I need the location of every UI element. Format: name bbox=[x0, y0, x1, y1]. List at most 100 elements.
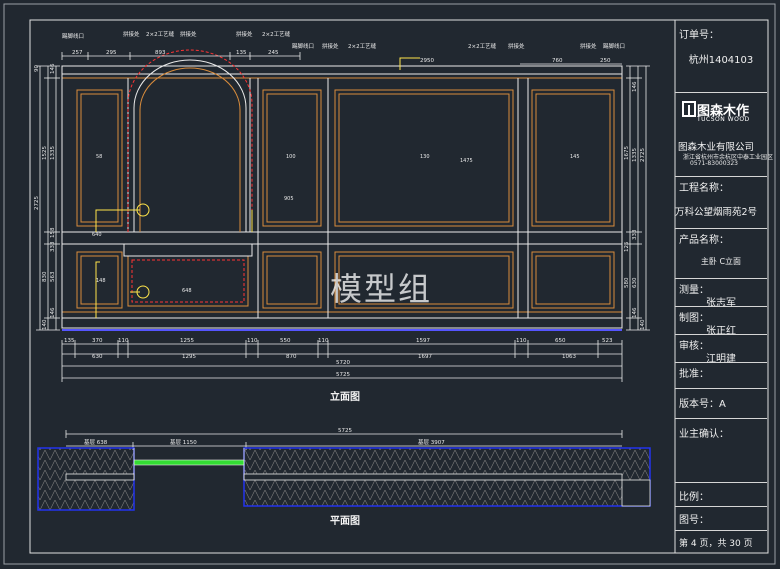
svg-text:295: 295 bbox=[106, 50, 117, 56]
svg-text:146: 146 bbox=[50, 307, 56, 318]
panel-value: 148 bbox=[96, 278, 106, 284]
svg-text:2×2工艺缝: 2×2工艺缝 bbox=[262, 30, 291, 38]
panel-value: 1475 bbox=[460, 158, 473, 164]
svg-text:146: 146 bbox=[632, 81, 638, 92]
svg-text:拼接处: 拼接处 bbox=[580, 42, 597, 50]
svg-text:140: 140 bbox=[42, 319, 48, 330]
logo-subtitle: TUCSON WOOD bbox=[697, 116, 750, 123]
svg-text:370: 370 bbox=[92, 338, 103, 344]
svg-text:650: 650 bbox=[555, 338, 566, 344]
svg-text:拼接处: 拼接处 bbox=[180, 30, 197, 38]
svg-text:2725: 2725 bbox=[34, 196, 40, 210]
svg-text:踢脚线口: 踢脚线口 bbox=[292, 42, 314, 50]
svg-text:110: 110 bbox=[247, 338, 258, 344]
scale-label: 比例： bbox=[679, 492, 709, 503]
company-name: 图森木业有限公司 bbox=[678, 142, 755, 153]
approve-label: 批准： bbox=[679, 369, 709, 380]
svg-text:158: 158 bbox=[50, 227, 56, 238]
svg-text:110: 110 bbox=[118, 338, 129, 344]
svg-text:拼接处: 拼接处 bbox=[123, 30, 140, 38]
panel-value: 100 bbox=[286, 154, 296, 160]
svg-text:1675: 1675 bbox=[624, 146, 630, 160]
svg-text:踢脚线口: 踢脚线口 bbox=[62, 32, 84, 40]
svg-text:5725: 5725 bbox=[338, 428, 352, 434]
svg-text:2×2工艺缝: 2×2工艺缝 bbox=[348, 42, 377, 50]
svg-text:830: 830 bbox=[42, 271, 48, 282]
owner-confirm-field: 业主确认： bbox=[675, 418, 767, 482]
svg-text:2×2工艺缝: 2×2工艺缝 bbox=[468, 42, 497, 50]
order-field: 订单号： 杭州1404103 bbox=[675, 24, 767, 70]
panel-value: 58 bbox=[96, 154, 102, 160]
svg-text:580: 580 bbox=[624, 277, 630, 288]
order-value: 杭州1404103 bbox=[688, 55, 754, 66]
drawing-no-label: 图号： bbox=[679, 515, 709, 526]
company-logo: 图森木作 TUCSON WOOD bbox=[680, 98, 764, 130]
panel-value: 145 bbox=[570, 154, 580, 160]
drawing-no-field: 图号： bbox=[675, 506, 767, 530]
plan-opening-sill bbox=[133, 459, 245, 466]
measure-field: 测量： 张志军 bbox=[675, 278, 767, 309]
svg-text:拼接处: 拼接处 bbox=[508, 42, 525, 50]
draw-label: 制图： bbox=[679, 313, 709, 324]
svg-text:2950: 2950 bbox=[420, 58, 434, 64]
svg-text:5725: 5725 bbox=[336, 372, 350, 378]
svg-text:125: 125 bbox=[624, 241, 630, 252]
svg-text:90: 90 bbox=[34, 65, 40, 72]
elevation-caption: 立面图 bbox=[330, 392, 360, 403]
review-label: 审核： bbox=[679, 341, 709, 352]
svg-text:250: 250 bbox=[600, 58, 611, 64]
svg-text:523: 523 bbox=[602, 338, 613, 344]
page-label: 第 4 页，共 30 页 bbox=[679, 539, 753, 549]
approve-field: 批准： bbox=[675, 362, 767, 388]
svg-text:550: 550 bbox=[280, 338, 291, 344]
panel-value: 130 bbox=[420, 154, 430, 160]
logo-mark-icon bbox=[682, 101, 696, 117]
svg-text:333: 333 bbox=[632, 229, 638, 240]
svg-text:140: 140 bbox=[640, 319, 646, 330]
svg-text:110: 110 bbox=[318, 338, 329, 344]
draw-field: 制图： 张正红 bbox=[675, 306, 767, 337]
panel-value: 640 bbox=[92, 232, 102, 238]
svg-text:1525: 1525 bbox=[42, 146, 48, 160]
owner-confirm-label: 业主确认： bbox=[679, 429, 729, 440]
svg-text:563: 563 bbox=[50, 271, 56, 282]
svg-text:760: 760 bbox=[552, 58, 563, 64]
svg-text:870: 870 bbox=[286, 354, 297, 360]
svg-text:2725: 2725 bbox=[640, 148, 646, 162]
project-value: 万科公望烟雨苑2号 bbox=[675, 207, 758, 218]
product-label: 产品名称： bbox=[679, 235, 729, 246]
review-field: 审核： 江明建 bbox=[675, 334, 767, 365]
svg-text:135: 135 bbox=[64, 338, 75, 344]
svg-text:1335: 1335 bbox=[632, 148, 638, 162]
svg-text:257: 257 bbox=[72, 50, 83, 56]
order-label: 订单号： bbox=[679, 30, 719, 41]
version-label: 版本号：A bbox=[679, 399, 726, 410]
svg-text:拼接处: 拼接处 bbox=[236, 30, 253, 38]
svg-text:拼接处: 拼接处 bbox=[322, 42, 339, 50]
svg-text:630: 630 bbox=[92, 354, 103, 360]
svg-text:333: 333 bbox=[50, 241, 56, 252]
svg-text:146: 146 bbox=[50, 63, 56, 74]
svg-text:893: 893 bbox=[155, 50, 166, 56]
svg-text:2×2工艺缝: 2×2工艺缝 bbox=[146, 30, 175, 38]
svg-text:1697: 1697 bbox=[418, 354, 432, 360]
svg-text:基层 3907: 基层 3907 bbox=[418, 438, 445, 446]
svg-text:基层 638: 基层 638 bbox=[84, 438, 108, 446]
svg-text:1295: 1295 bbox=[182, 354, 196, 360]
page-field: 第 4 页，共 30 页 bbox=[675, 530, 767, 553]
scale-field: 比例： bbox=[675, 482, 767, 506]
svg-text:1335: 1335 bbox=[50, 146, 56, 160]
svg-text:1597: 1597 bbox=[416, 338, 430, 344]
product-field: 产品名称： 主卧 C立面 bbox=[675, 228, 767, 278]
project-field: 工程名称： 万科公望烟雨苑2号 bbox=[675, 176, 767, 228]
panel-value: 648 bbox=[182, 288, 192, 294]
company-tel: 0571-83000323 bbox=[690, 160, 738, 167]
svg-text:110: 110 bbox=[516, 338, 527, 344]
plan-caption: 平面图 bbox=[330, 516, 360, 527]
svg-text:630: 630 bbox=[632, 277, 638, 288]
svg-text:245: 245 bbox=[268, 50, 279, 56]
svg-text:踢脚线口: 踢脚线口 bbox=[603, 42, 625, 50]
measure-label: 测量： bbox=[679, 285, 709, 296]
svg-text:1255: 1255 bbox=[180, 338, 194, 344]
panel-value: 905 bbox=[284, 196, 294, 202]
